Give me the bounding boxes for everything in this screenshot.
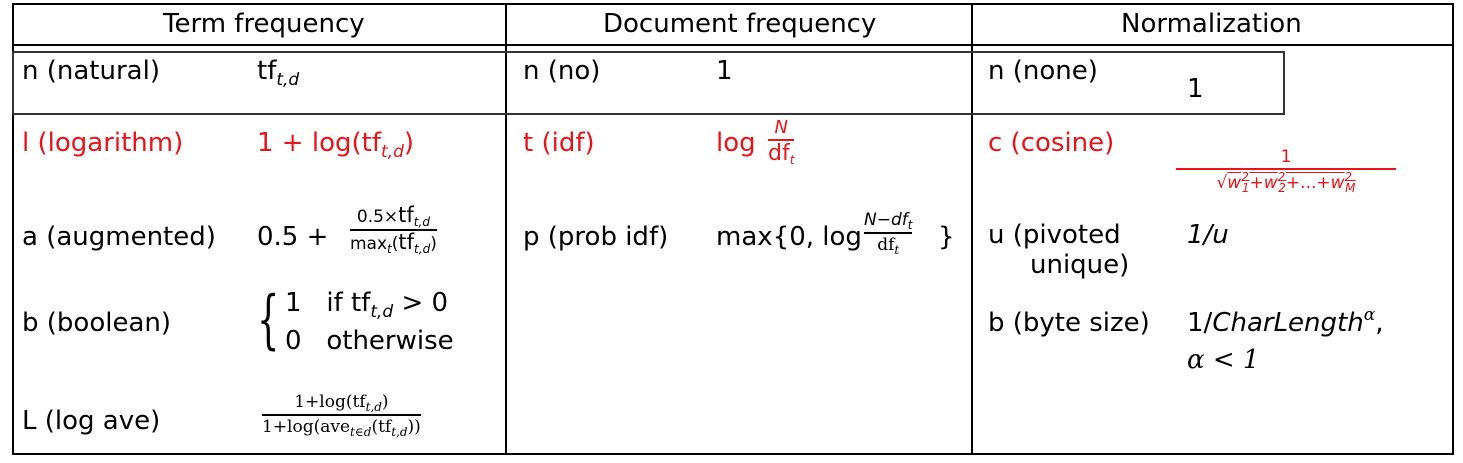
table-right-border <box>1452 3 1454 455</box>
df-t-label: t (idf) <box>523 128 595 158</box>
table-top-border <box>12 3 1454 5</box>
norm-n-formula: 1 <box>1187 74 1204 104</box>
header-term-frequency: Term frequency <box>163 9 365 39</box>
df-p-suffix: } <box>938 222 955 252</box>
tf-n-formula: tft,d <box>257 56 300 90</box>
column-divider-1 <box>505 3 507 455</box>
df-p-label: p (prob idf) <box>523 222 669 252</box>
n-row-box-bottom <box>12 113 1285 115</box>
header-divider <box>12 44 1454 46</box>
norm-b-label: b (byte size) <box>988 308 1150 338</box>
n-row-box-right <box>1283 51 1285 115</box>
df-n-label: n (no) <box>523 56 601 86</box>
n-row-box-top <box>12 51 1285 53</box>
tf-l-formula: 1 + log(tft,d) <box>257 128 415 162</box>
header-document-frequency: Document frequency <box>603 9 877 39</box>
norm-u-label-line1: u (pivoted <box>988 220 1121 250</box>
tf-L-fraction: 1+log(tft,d) 1+log(avet∈d(tft,d)) <box>262 392 421 439</box>
tf-b-case1: 1 if tft,d > 0 <box>285 288 449 322</box>
norm-u-label-line2: unique) <box>1030 250 1130 280</box>
norm-b-formula: 1/CharLengthα, <box>1187 305 1384 338</box>
smart-notation-table: Term frequency Document frequency Normal… <box>0 0 1463 463</box>
df-n-formula: 1 <box>716 56 733 86</box>
tf-l-label: l (logarithm) <box>22 128 184 158</box>
norm-n-label: n (none) <box>988 56 1098 86</box>
norm-u-formula: 1/u <box>1187 220 1229 250</box>
tf-a-fraction: 0.5×tft,d maxt(tft,d) <box>350 203 437 256</box>
tf-L-label: L (log ave) <box>22 406 161 436</box>
df-p-prefix: max{0, log <box>716 222 862 252</box>
df-t-fraction: N dft <box>768 117 795 167</box>
df-t-log: log <box>716 128 756 158</box>
tf-a-formula-prefix: 0.5 + <box>257 222 329 252</box>
tf-a-label: a (augmented) <box>22 222 216 252</box>
tf-b-case2: 0 otherwise <box>285 326 454 356</box>
header-normalization: Normalization <box>1121 9 1302 39</box>
tf-b-brace: { <box>257 283 280 357</box>
tf-b-label: b (boolean) <box>22 308 172 338</box>
norm-b-condition: α < 1 <box>1187 345 1260 375</box>
norm-c-label: c (cosine) <box>988 128 1115 158</box>
norm-c-fraction: 1 √w21+w22+...+w2M <box>1176 148 1396 196</box>
df-p-fraction: N−dft dft <box>864 210 913 257</box>
table-bottom-border <box>12 453 1454 455</box>
column-divider-2 <box>971 3 973 455</box>
n-row-box-left <box>12 51 14 115</box>
tf-n-label: n (natural) <box>22 56 160 86</box>
